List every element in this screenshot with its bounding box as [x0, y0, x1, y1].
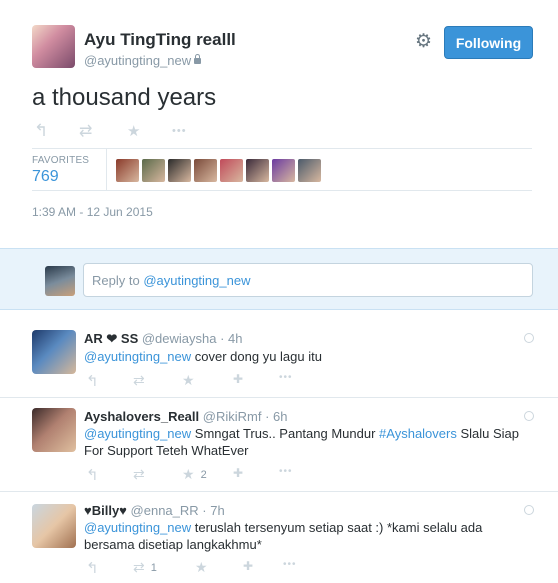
reply-header: AR ❤ SS @dewiaysha · 4h — [84, 331, 243, 347]
favoriter-avatar[interactable] — [298, 159, 321, 182]
retweet-icon[interactable]: ⇄ — [133, 372, 151, 389]
reply-author-handle[interactable]: @enna_RR — [131, 503, 199, 518]
reply-avatar[interactable] — [32, 330, 76, 374]
favoriter-avatar[interactable] — [220, 159, 243, 182]
conversation-icon[interactable] — [524, 505, 534, 515]
reply-icon[interactable]: ↰ — [86, 466, 99, 484]
favorite-icon[interactable]: ★ — [127, 122, 140, 140]
tweet-stats: FAVORITES 769 — [32, 148, 532, 191]
reply-text: @ayutingting_new cover dong yu lagu itu — [84, 348, 524, 365]
favoriter-avatar[interactable] — [272, 159, 295, 182]
reply-time[interactable]: · 7h — [202, 503, 224, 518]
reply-text: @ayutingting_new Smngat Trus.. Pantang M… — [84, 425, 524, 459]
follow-user-icon[interactable]: ✚ — [243, 559, 253, 573]
favorites-label: FAVORITES — [32, 155, 90, 166]
reply-input[interactable]: Reply to @ayutingting_new — [83, 263, 533, 297]
reply-header: ♥Billy♥ @enna_RR · 7h — [84, 503, 225, 518]
current-user-avatar — [45, 266, 75, 296]
author-handle[interactable]: @ayutingting_new — [84, 53, 202, 68]
conversation-icon[interactable] — [524, 411, 534, 421]
follow-user-icon[interactable]: ✚ — [233, 466, 243, 480]
reply-author-name[interactable]: ♥Billy♥ — [84, 503, 127, 518]
more-icon[interactable]: ••• — [172, 125, 187, 137]
reply-mention[interactable]: @ayutingting_new — [84, 349, 191, 364]
favoriter-avatar[interactable] — [168, 159, 191, 182]
favoriters-list — [116, 159, 321, 182]
retweet-glyph: ⇄ — [133, 466, 145, 482]
conversation-icon[interactable] — [524, 333, 534, 343]
reply-author-name[interactable]: Ayshalovers_Reall — [84, 409, 199, 424]
author-handle-text[interactable]: @ayutingting_new — [84, 53, 191, 68]
favoriter-avatar[interactable] — [246, 159, 269, 182]
stats-divider — [106, 149, 107, 190]
favorite-glyph: ★ — [195, 559, 208, 575]
reply-avatar[interactable] — [32, 504, 76, 548]
author-avatar[interactable] — [32, 25, 75, 68]
following-button[interactable]: Following — [444, 26, 533, 59]
tweet-header: Ayu TingTing realll @ayutingting_new ⚙ F… — [32, 25, 533, 71]
reply-text: @ayutingting_new teruslah tersenyum seti… — [84, 519, 524, 553]
reply-avatar[interactable] — [32, 408, 76, 452]
gear-icon[interactable]: ⚙ — [415, 30, 432, 53]
reply-icon[interactable]: ↰ — [86, 372, 99, 390]
favorite-icon[interactable]: ★ 2 — [182, 466, 207, 483]
author-name[interactable]: Ayu TingTing realll — [84, 30, 236, 50]
retweet-icon[interactable]: ⇄ — [133, 466, 151, 483]
reply-header: Ayshalovers_Reall @RikiRmf · 6h — [84, 409, 288, 424]
reply-box: Reply to @ayutingting_new — [0, 248, 558, 310]
retweet-glyph: ⇄ — [133, 559, 145, 575]
more-icon[interactable]: ••• — [283, 559, 297, 570]
reply-icon[interactable]: ↰ — [34, 121, 48, 141]
reply-mention[interactable]: @ayutingting_new — [84, 426, 191, 441]
favoriter-avatar[interactable] — [142, 159, 165, 182]
reply-prefix: Reply to — [92, 273, 144, 288]
reply-time[interactable]: · 6h — [265, 409, 287, 424]
retweet-count: 1 — [150, 561, 157, 574]
lock-icon — [194, 54, 202, 64]
favorite-icon[interactable]: ★ — [182, 372, 201, 389]
reply-body: Smngat Trus.. Pantang Mundur — [191, 426, 380, 441]
reply-time[interactable]: · 4h — [220, 331, 242, 346]
tweet-timestamp[interactable]: 1:39 AM - 12 Jun 2015 — [32, 205, 153, 219]
retweet-icon[interactable]: ⇄ 1 — [133, 559, 157, 576]
favorite-count: 2 — [200, 468, 207, 481]
reply-item[interactable]: Ayshalovers_Reall @RikiRmf · 6h @ayuting… — [0, 398, 558, 492]
favorite-glyph: ★ — [182, 466, 195, 482]
favoriter-avatar[interactable] — [116, 159, 139, 182]
retweet-icon[interactable]: ⇄ — [79, 121, 92, 141]
favorites-count[interactable]: 769 — [32, 168, 59, 186]
reply-author-handle[interactable]: @dewiaysha — [142, 331, 217, 346]
reply-icon[interactable]: ↰ — [86, 559, 99, 577]
reply-item[interactable]: AR ❤ SS @dewiaysha · 4h @ayutingting_new… — [0, 320, 558, 398]
reply-item[interactable]: ♥Billy♥ @enna_RR · 7h @ayutingting_new t… — [0, 492, 558, 583]
more-icon[interactable]: ••• — [279, 372, 293, 383]
reply-author-name[interactable]: AR ❤ SS — [84, 331, 138, 346]
follow-user-icon[interactable]: ✚ — [233, 372, 243, 386]
reply-hashtag[interactable]: #Ayshalovers — [379, 426, 457, 441]
reply-author-handle[interactable]: @RikiRmf — [203, 409, 262, 424]
favorite-icon[interactable]: ★ — [195, 559, 214, 576]
reply-mention: @ayutingting_new — [143, 273, 251, 288]
retweet-glyph: ⇄ — [133, 372, 145, 388]
favorite-glyph: ★ — [182, 372, 195, 388]
favoriter-avatar[interactable] — [194, 159, 217, 182]
tweet-text: a thousand years — [32, 84, 217, 111]
reply-mention[interactable]: @ayutingting_new — [84, 520, 191, 535]
reply-body: cover dong yu lagu itu — [191, 349, 322, 364]
more-icon[interactable]: ••• — [279, 466, 293, 477]
